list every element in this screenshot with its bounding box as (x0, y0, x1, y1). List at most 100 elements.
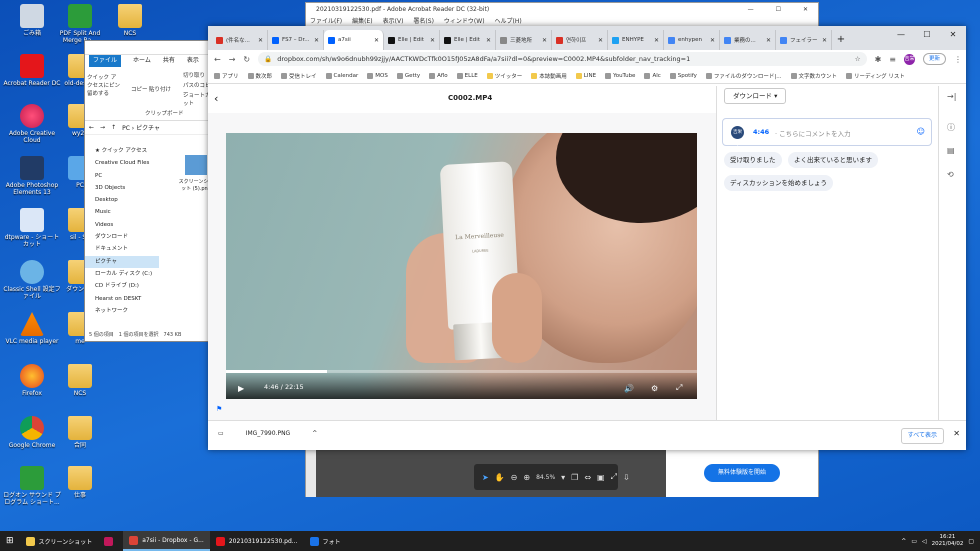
tab-close-icon[interactable]: ✕ (710, 37, 715, 44)
show-all-button[interactable]: すべて表示 (900, 428, 944, 444)
minimize-button[interactable]: — (888, 26, 914, 44)
comment-timestamp[interactable]: 4:46 (753, 128, 769, 136)
taskbar-item[interactable]: フォト (304, 531, 347, 551)
taskbar-item[interactable]: 20210319122530.pd... (210, 531, 304, 551)
new-tab-button[interactable]: + (832, 30, 850, 50)
bookmark-item[interactable]: リーディング リスト (846, 72, 905, 80)
browser-tab[interactable]: フェイラー ✕ (776, 30, 832, 50)
bookmark-item[interactable]: 受信トレイ (281, 72, 317, 80)
tab-close-icon[interactable]: ✕ (314, 37, 319, 44)
bookmark-item[interactable]: ファイルのダウンロード|... (705, 72, 782, 80)
bookmark-item[interactable]: YouTube (605, 72, 635, 79)
clock[interactable]: 16:21 2021/04/02 (932, 534, 964, 548)
maximize-button[interactable]: ☐ (776, 3, 781, 16)
nav-item[interactable]: 3D Objects (85, 182, 159, 194)
ribbon-tab-home[interactable]: ホーム (133, 55, 151, 67)
browser-tab[interactable]: a7sii ✕ (324, 30, 384, 50)
back-chevron-icon[interactable]: ‹ (214, 92, 218, 105)
bookmark-item[interactable]: アプリ (214, 72, 239, 80)
explorer-titlebar[interactable] (85, 41, 213, 55)
desktop-icon[interactable]: 合同 (50, 416, 110, 449)
browser-tab[interactable]: Elle | Edit ✕ (384, 30, 440, 50)
bookmark-item[interactable]: Getty (396, 72, 420, 79)
profile-avatar[interactable]: 吉栄 (903, 53, 915, 65)
browser-tab[interactable]: enhypen ✕ (664, 30, 720, 50)
video-progress-bar[interactable] (226, 370, 697, 373)
tab-close-icon[interactable]: ✕ (654, 37, 659, 44)
back-arrow-icon[interactable]: ← (89, 124, 94, 131)
nav-item[interactable]: ★ クイック アクセス (85, 145, 159, 157)
nav-item[interactable]: ネットワーク (85, 305, 159, 317)
tab-close-icon[interactable]: ✕ (430, 37, 435, 44)
browser-tab[interactable]: FS7 – Dr... ✕ (268, 30, 324, 50)
activity-icon[interactable]: ⟲ (947, 170, 954, 179)
tab-close-icon[interactable]: ✕ (598, 37, 603, 44)
address-bar[interactable]: 🔒 dropbox.com/sh/w9o6dnubh99zjjy/AACTKWD… (258, 52, 867, 66)
bookmark-item[interactable]: ELLE (456, 72, 478, 79)
ribbon-tab-view[interactable]: 表示 (187, 55, 199, 67)
zoom-in-icon[interactable]: ⊕ (523, 472, 530, 482)
fit-width-icon[interactable]: ⇔ (584, 472, 591, 482)
close-shelf-icon[interactable]: ✕ (953, 429, 960, 438)
desktop-icon[interactable]: NCS (100, 4, 160, 37)
chrome-menu-icon[interactable]: ⋮ (954, 55, 966, 64)
chrome-window[interactable]: (件名な... ✕ FS7 – Dr... ✕ a7sii ✕ Elle | Edit ✕ El… (208, 26, 966, 450)
tab-close-icon[interactable]: ✕ (542, 37, 547, 44)
nav-item[interactable]: ピクチャ (85, 255, 159, 268)
bookmark-item[interactable]: MOS (367, 72, 388, 79)
bookmark-item[interactable]: Aflo (429, 72, 448, 79)
browser-tab[interactable]: 연하이프 ✕ (552, 30, 608, 50)
tab-close-icon[interactable]: ✕ (766, 37, 771, 44)
suggestion-chip-received[interactable]: 受け取りました (724, 152, 782, 168)
close-button[interactable]: ✕ (803, 3, 808, 16)
chevron-up-icon[interactable]: ^ (312, 430, 317, 437)
comment-input[interactable]: · こちらにコメントを入力 (775, 128, 851, 138)
bookmark-item[interactable]: 数次郎 (247, 72, 272, 80)
desktop-icon[interactable]: 仕事 (50, 466, 110, 499)
nav-item[interactable]: Desktop (85, 194, 159, 206)
copy-button[interactable]: コピー (131, 85, 148, 93)
update-button[interactable]: 更新 (922, 53, 946, 65)
fit-page-icon[interactable]: ▣ (597, 472, 605, 482)
browser-tab[interactable]: ENHYPE ✕ (608, 30, 664, 50)
collapse-panel-icon[interactable]: →| (947, 92, 956, 101)
url-text[interactable]: dropbox.com/sh/w9o6dnubh99zjjy/AACTKWDcT… (277, 55, 690, 63)
nav-item[interactable]: Creative Cloud Files (85, 157, 159, 169)
nav-item[interactable]: Videos (85, 219, 159, 231)
zoom-level[interactable]: 84.5% (536, 474, 555, 481)
emoji-icon[interactable]: ☺ (917, 127, 925, 136)
nav-item[interactable]: ダウンロード (85, 231, 159, 243)
bookmark-item[interactable]: ツイッター (486, 72, 522, 80)
bookmark-star-icon[interactable]: ☆ (855, 55, 861, 63)
volume-icon[interactable]: 🔊 (624, 384, 634, 393)
explorer-address-bar[interactable]: ← → ↑ PC › ピクチャ (85, 121, 213, 135)
select-cursor-icon[interactable]: ➤ (482, 472, 489, 482)
page-copy-icon[interactable]: ❐ (571, 472, 578, 482)
browser-tab[interactable]: 三菱地所 ✕ (496, 30, 552, 50)
comment-box[interactable]: 吉栄 下 4:46 · こちらにコメントを入力 ☺ (722, 118, 932, 148)
browser-tab[interactable]: (件名な... ✕ (212, 30, 268, 50)
download-item[interactable]: ▭ IMG_7990.PNG ^ (218, 430, 317, 437)
tab-close-icon[interactable]: ✕ (374, 37, 379, 44)
tray-expand-icon[interactable]: ^ (901, 538, 906, 545)
free-trial-button[interactable]: 無料体験版を開始 (704, 464, 780, 482)
bookmark-item[interactable]: LINE (575, 72, 596, 79)
download-tray-icon[interactable]: ⇩ (623, 472, 630, 482)
maximize-button[interactable]: ☐ (914, 26, 940, 44)
close-button[interactable]: ✕ (940, 26, 966, 44)
nav-item[interactable]: ドキュメント (85, 243, 159, 255)
reading-list-icon[interactable]: ≡ (889, 55, 896, 64)
chevron-down-icon[interactable]: ▾ (561, 472, 565, 482)
network-icon[interactable]: ▭ (911, 538, 917, 545)
reload-icon[interactable]: ↻ (243, 55, 250, 64)
bookmark-item[interactable]: Spotify (669, 72, 697, 79)
flag-icon[interactable]: ⚑ (216, 405, 222, 413)
tab-close-icon[interactable]: ✕ (822, 37, 827, 44)
tab-close-icon[interactable]: ✕ (486, 37, 491, 44)
download-button[interactable]: ダウンロード ▾ (724, 88, 787, 104)
volume-tray-icon[interactable]: ◁ (922, 538, 927, 545)
bookmark-item[interactable]: 本誌動画用 (531, 72, 567, 80)
nav-item[interactable]: PC (85, 170, 159, 182)
video-player[interactable]: La Merveilleuse LADUREE ▶ 4:46 / 22:15 🔊… (226, 133, 697, 399)
file-explorer-window[interactable]: ファイル ホーム 共有 表示 クイック アクセスにピン留めする コピー 貼り付け… (84, 40, 214, 342)
